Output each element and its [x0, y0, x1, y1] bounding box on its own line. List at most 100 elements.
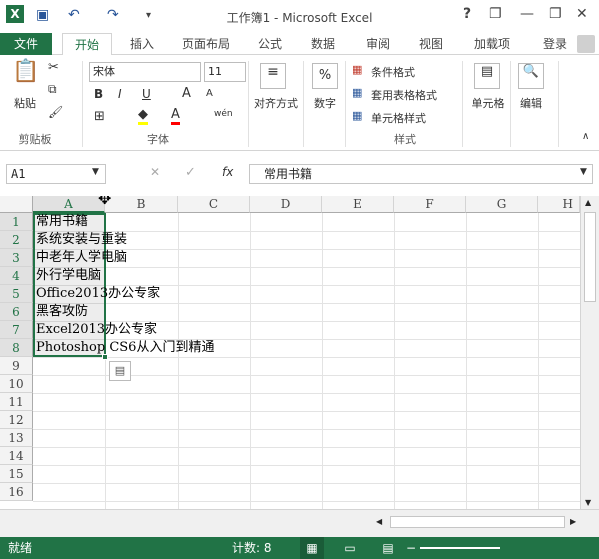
- status-ready: 就绪: [8, 541, 33, 555]
- normal-view-icon[interactable]: ▦: [300, 537, 324, 559]
- alignment-button[interactable]: 对齐方式: [251, 95, 301, 111]
- font-size-select[interactable]: 11: [204, 62, 246, 82]
- copy-icon[interactable]: ⧉: [48, 82, 57, 97]
- cell-a3[interactable]: 中老年人学电脑: [36, 249, 127, 267]
- row-header-5[interactable]: 5: [0, 285, 33, 303]
- row-header-6[interactable]: 6: [0, 303, 33, 321]
- cut-icon[interactable]: ✂: [48, 60, 59, 75]
- font-color-icon[interactable]: A: [171, 107, 180, 125]
- tab-data[interactable]: 数据: [303, 33, 343, 55]
- number-format-button[interactable]: 数字: [310, 95, 340, 111]
- formula-input[interactable]: 常用书籍: [249, 164, 593, 184]
- column-header-h[interactable]: H: [538, 196, 580, 213]
- row-header-7[interactable]: 7: [0, 321, 33, 339]
- phonetic-icon[interactable]: wén: [214, 109, 233, 119]
- tab-formulas[interactable]: 公式: [250, 33, 290, 55]
- login-link[interactable]: 登录: [535, 33, 575, 55]
- worksheet-grid[interactable]: A B C D E F G H 1 2 3 4 5 6 7 8 9 10 11 …: [0, 196, 580, 509]
- row-header-15[interactable]: 15: [0, 465, 33, 483]
- row-header-9[interactable]: 9: [0, 357, 33, 375]
- collapse-ribbon-icon[interactable]: ∧: [582, 131, 589, 142]
- underline-button[interactable]: U: [142, 87, 151, 101]
- fill-color-icon[interactable]: ◆: [138, 107, 148, 125]
- scroll-right-icon[interactable]: ▶: [570, 517, 576, 526]
- cell-a1[interactable]: 常用书籍: [36, 213, 88, 231]
- horizontal-scrollbar[interactable]: [390, 516, 565, 528]
- column-header-c[interactable]: C: [178, 196, 250, 213]
- cell-a7[interactable]: Excel2013办公专家: [36, 321, 157, 339]
- column-header-a[interactable]: A: [33, 196, 105, 213]
- row-header-16[interactable]: 16: [0, 483, 33, 501]
- tab-file[interactable]: 文件: [0, 33, 52, 55]
- row-header-10[interactable]: 10: [0, 375, 33, 393]
- close-button[interactable]: ✕: [576, 6, 588, 22]
- quick-analysis-icon[interactable]: ▤: [109, 361, 131, 381]
- ribbon-display-button[interactable]: ❐: [489, 6, 502, 22]
- row-header-4[interactable]: 4: [0, 267, 33, 285]
- grow-font-button[interactable]: A: [182, 86, 191, 101]
- row-header-12[interactable]: 12: [0, 411, 33, 429]
- scroll-left-icon[interactable]: ◀: [376, 517, 382, 526]
- row-header-11[interactable]: 11: [0, 393, 33, 411]
- gridline: [33, 393, 580, 394]
- shrink-font-button[interactable]: A: [206, 88, 213, 99]
- cell-a6[interactable]: 黑客攻防: [36, 303, 88, 321]
- scroll-thumb[interactable]: [584, 212, 596, 302]
- tab-page-layout[interactable]: 页面布局: [176, 33, 236, 55]
- italic-button[interactable]: I: [118, 87, 122, 101]
- name-box[interactable]: A1: [6, 164, 106, 184]
- row-header-3[interactable]: 3: [0, 249, 33, 267]
- cell-a8[interactable]: Photoshop CS6从入门到精通: [36, 339, 214, 357]
- zoom-slider[interactable]: [420, 547, 500, 549]
- alignment-icon[interactable]: ≡: [260, 63, 286, 89]
- page-break-view-icon[interactable]: ▤: [376, 537, 400, 559]
- row-header-1[interactable]: 1: [0, 213, 33, 231]
- editing-button[interactable]: 编辑: [516, 95, 546, 111]
- tab-view[interactable]: 视图: [411, 33, 451, 55]
- tab-review[interactable]: 审阅: [358, 33, 398, 55]
- format-painter-icon[interactable]: 🖌: [48, 105, 63, 119]
- restore-button[interactable]: ❐: [549, 6, 562, 22]
- conditional-format-button[interactable]: 条件格式: [371, 64, 415, 80]
- percent-icon[interactable]: %: [312, 63, 338, 89]
- tab-home[interactable]: 开始: [62, 33, 112, 56]
- cell-a5[interactable]: Office2013办公专家: [36, 285, 160, 303]
- column-header-b[interactable]: B: [105, 196, 178, 213]
- expand-formula-icon[interactable]: ▼: [580, 167, 587, 177]
- page-layout-view-icon[interactable]: ▭: [338, 537, 362, 559]
- minimize-button[interactable]: —: [520, 6, 534, 22]
- borders-icon[interactable]: ⊞: [94, 109, 105, 124]
- format-as-table-button[interactable]: 套用表格格式: [371, 87, 437, 103]
- scroll-down-icon[interactable]: ▼: [585, 498, 591, 507]
- row-header-13[interactable]: 13: [0, 429, 33, 447]
- cells-icon[interactable]: ▤: [474, 63, 500, 89]
- bold-button[interactable]: B: [94, 87, 103, 101]
- font-name-select[interactable]: 宋体: [89, 62, 201, 82]
- select-all-corner[interactable]: [0, 196, 33, 213]
- row-header-14[interactable]: 14: [0, 447, 33, 465]
- account-avatar-icon[interactable]: [577, 35, 595, 53]
- find-icon[interactable]: 🔍: [518, 63, 544, 89]
- cancel-formula-icon[interactable]: ✕: [150, 165, 160, 179]
- enter-formula-icon[interactable]: ✓: [185, 165, 196, 180]
- scroll-up-icon[interactable]: ▲: [585, 198, 591, 207]
- tab-addins[interactable]: 加载项: [462, 33, 522, 55]
- cell-a2[interactable]: 系统安装与重装: [36, 231, 127, 249]
- column-header-d[interactable]: D: [250, 196, 322, 213]
- cells-button[interactable]: 单元格: [468, 95, 508, 111]
- help-button[interactable]: ?: [463, 6, 471, 22]
- cell-styles-button[interactable]: 单元格样式: [371, 110, 426, 126]
- paste-button[interactable]: 粘贴: [10, 95, 40, 111]
- insert-function-icon[interactable]: fx: [222, 165, 233, 179]
- column-header-e[interactable]: E: [322, 196, 394, 213]
- paste-icon[interactable]: 📋: [12, 59, 40, 87]
- tab-insert[interactable]: 插入: [120, 33, 164, 55]
- column-header-f[interactable]: F: [394, 196, 466, 213]
- name-box-dropdown-icon[interactable]: ▼: [92, 167, 99, 177]
- cell-a4[interactable]: 外行学电脑: [36, 267, 101, 285]
- vertical-scrollbar[interactable]: ▲ ▼: [580, 196, 599, 509]
- column-header-g[interactable]: G: [466, 196, 538, 213]
- row-header-8[interactable]: 8: [0, 339, 33, 357]
- row-header-2[interactable]: 2: [0, 231, 33, 249]
- zoom-out-icon[interactable]: −: [406, 537, 416, 559]
